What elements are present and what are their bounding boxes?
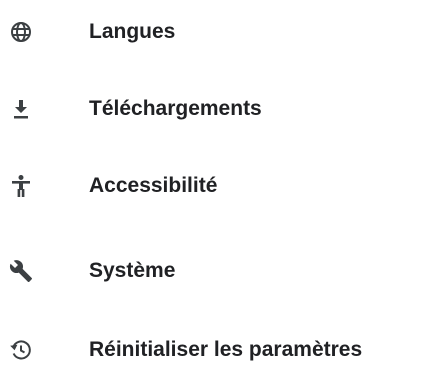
globe-icon — [9, 20, 33, 44]
wrench-icon — [9, 259, 33, 283]
download-icon — [9, 97, 33, 121]
menu-item-label: Système — [89, 259, 176, 282]
accessibility-icon — [9, 174, 33, 198]
menu-item-label: Langues — [89, 20, 176, 43]
menu-item-langues[interactable]: Langues — [0, 4, 430, 60]
menu-item-label: Accessibilité — [89, 174, 218, 197]
menu-item-label: Téléchargements — [89, 97, 262, 120]
menu-item-label: Réinitialiser les paramètres — [89, 338, 363, 361]
settings-menu: Langues Téléchargements Accessibilité Sy… — [0, 0, 430, 367]
menu-item-accessibilite[interactable]: Accessibilité — [0, 158, 430, 214]
menu-item-systeme[interactable]: Système — [0, 243, 430, 299]
menu-item-reinitialiser[interactable]: Réinitialiser les paramètres — [0, 322, 430, 378]
restore-icon — [9, 338, 33, 362]
menu-item-telechargements[interactable]: Téléchargements — [0, 81, 430, 137]
